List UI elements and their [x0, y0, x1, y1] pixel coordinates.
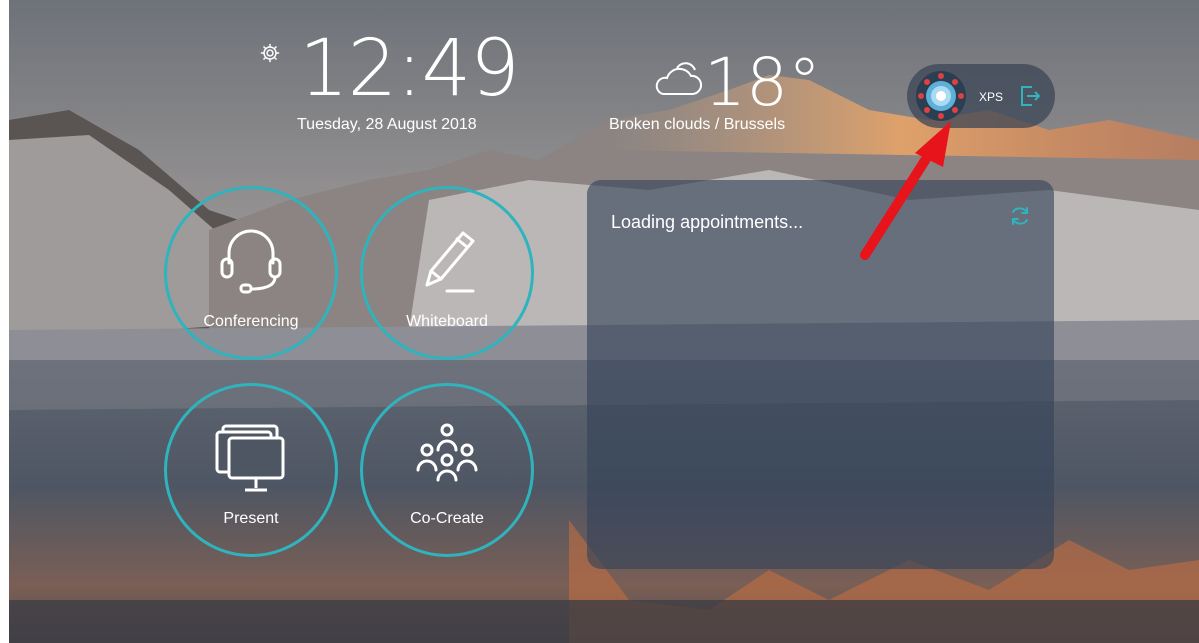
monitor-icon — [215, 424, 285, 492]
clock-date: Tuesday, 28 August 2018 — [297, 116, 477, 133]
present-button[interactable]: Present — [164, 383, 338, 557]
people-icon — [416, 423, 478, 482]
appointments-status: Loading appointments... — [611, 212, 804, 232]
clock-widget: 12:49 Tuesday, 28 August 2018 — [259, 30, 520, 136]
headset-icon — [220, 229, 282, 294]
pen-icon — [425, 231, 475, 293]
weather-widget: 18° Broken clouds / Brussels — [609, 50, 839, 140]
cloud-icon — [655, 62, 702, 95]
logout-icon[interactable] — [1019, 84, 1041, 108]
whiteboard-label: Whiteboard — [406, 313, 488, 330]
conferencing-label: Conferencing — [203, 313, 299, 330]
weather-description: Broken clouds / Brussels — [609, 116, 786, 133]
gear-icon[interactable] — [259, 42, 281, 64]
clock-time: 12:49 — [299, 24, 520, 114]
user-name: XPS — [979, 90, 1004, 104]
refresh-icon[interactable] — [1008, 204, 1032, 228]
co-create-button[interactable]: Co-Create — [360, 383, 534, 557]
conferencing-button[interactable]: Conferencing — [164, 186, 338, 360]
temperature: 18° — [704, 44, 821, 121]
whiteboard-button[interactable]: Whiteboard — [360, 186, 534, 360]
red-arrow-annotation — [860, 121, 951, 260]
appointments-panel: Loading appointments... — [587, 180, 1054, 569]
present-label: Present — [223, 510, 279, 527]
co-create-label: Co-Create — [410, 510, 484, 527]
desktop-screen: 12:49 Tuesday, 28 August 2018 18° Broken… — [9, 0, 1199, 643]
